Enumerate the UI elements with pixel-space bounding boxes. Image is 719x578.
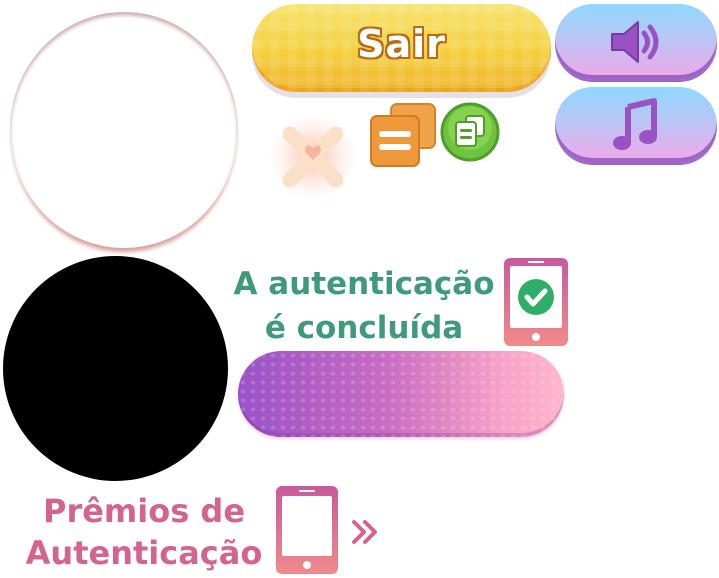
music-note-icon — [613, 98, 657, 150]
copy-round-icon[interactable] — [440, 102, 500, 162]
auth-rewards-line1: Prêmios de — [42, 492, 246, 530]
exit-button[interactable]: Sair — [252, 4, 551, 92]
progress-bar-background — [238, 351, 564, 437]
copy-icon[interactable] — [369, 102, 437, 168]
close-x-icon[interactable] — [268, 112, 358, 202]
music-toggle-button[interactable] — [555, 87, 717, 163]
ui-sprite-sheet: Sair A autenticação é concluída Prêmios … — [0, 0, 719, 578]
auth-rewards-line2: Autenticação — [25, 534, 263, 572]
phone-icon[interactable] — [274, 484, 340, 576]
auth-completed-line2: é concluída — [264, 310, 464, 346]
auth-completed-line1: A autenticação — [233, 266, 495, 302]
double-chevron-right-icon[interactable] — [350, 512, 380, 552]
auth-completed-text: A autenticação é concluída — [222, 262, 506, 350]
speaker-icon — [611, 21, 659, 63]
exit-button-label: Sair — [357, 22, 446, 66]
sound-toggle-button[interactable] — [555, 4, 717, 80]
avatar-ring-frame — [10, 12, 238, 248]
avatar-mask-circle — [3, 256, 228, 481]
phone-check-icon — [504, 258, 568, 346]
progress-bar-pattern — [238, 351, 564, 437]
auth-rewards-title: Prêmios de Autenticação — [14, 490, 274, 574]
